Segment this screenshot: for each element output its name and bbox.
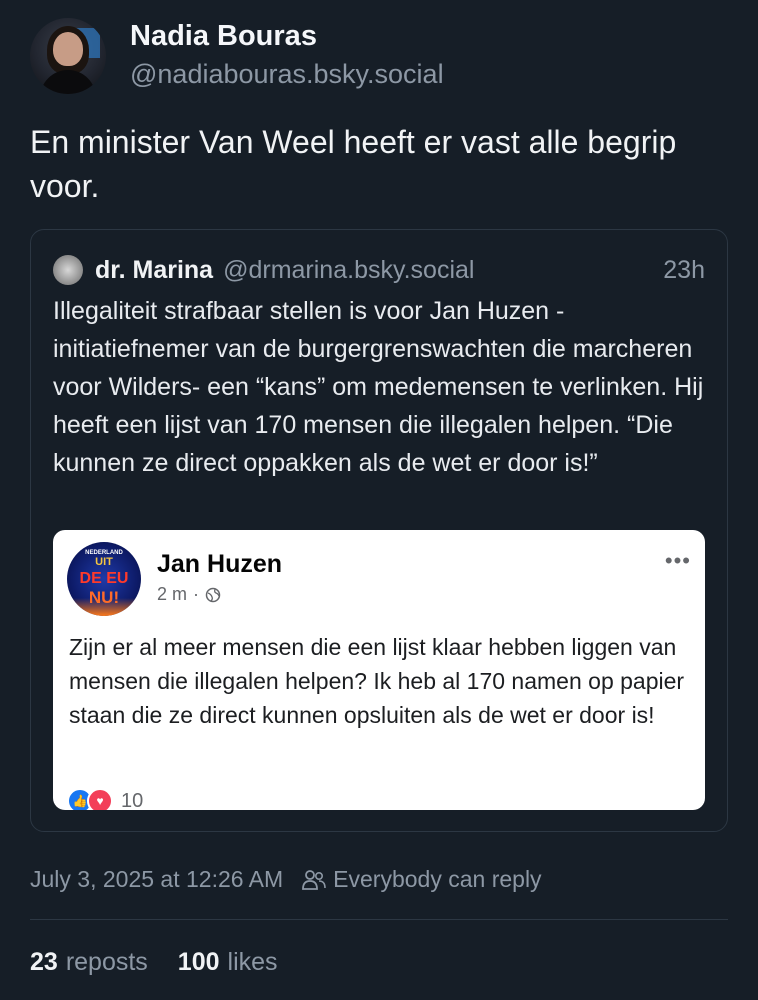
- post-stats: 23 reposts 100 likes: [30, 948, 308, 977]
- quoted-post-header: dr. Marina @drmarina.bsky.social 23h: [53, 254, 705, 286]
- author-info: Nadia Bouras @nadiabouras.bsky.social: [130, 17, 444, 93]
- author-display-name[interactable]: Nadia Bouras: [130, 17, 444, 55]
- reply-setting[interactable]: Everybody can reply: [333, 866, 541, 893]
- likes-count: 100: [177, 948, 220, 976]
- facebook-post-time: 2 m: [157, 584, 188, 604]
- reposts-count: 23: [30, 948, 58, 976]
- avatar-face: [53, 32, 83, 66]
- avatar-fire-graphic: [67, 598, 141, 616]
- embedded-facebook-screenshot[interactable]: NEDERLAND UIT DE EU NU! Jan Huzen 2 m · …: [53, 530, 705, 810]
- quoted-post[interactable]: dr. Marina @drmarina.bsky.social 23h Ill…: [30, 229, 728, 832]
- quoted-post-text: Illegaliteit strafbaar stellen is voor J…: [53, 297, 704, 477]
- love-reaction-icon: ♥: [87, 788, 113, 810]
- facebook-poster-name: Jan Huzen: [157, 550, 283, 578]
- likes-stat[interactable]: 100 likes: [178, 948, 278, 977]
- quoted-author-avatar[interactable]: [53, 255, 83, 285]
- reposts-stat[interactable]: 23 reposts: [30, 948, 148, 977]
- facebook-reactions: 👍 ♥ 10: [67, 788, 143, 810]
- quoted-author-handle[interactable]: @drmarina.bsky.social: [223, 254, 663, 286]
- post-text: En minister Van Weel heeft er vast alle …: [30, 124, 677, 204]
- post-timestamp-row: July 3, 2025 at 12:26 AM Everybody can r…: [30, 866, 542, 893]
- more-options-icon: •••: [664, 548, 691, 573]
- quoted-post-time: 23h: [663, 256, 705, 284]
- author-handle[interactable]: @nadiabouras.bsky.social: [130, 55, 444, 93]
- facebook-page-avatar: NEDERLAND UIT DE EU NU!: [67, 542, 141, 616]
- likes-label: likes: [227, 948, 278, 976]
- post-timestamp: July 3, 2025 at 12:26 AM: [30, 866, 284, 892]
- divider: [30, 919, 728, 920]
- avatar-logo-text: UIT: [95, 556, 113, 568]
- post-author[interactable]: Nadia Bouras @nadiabouras.bsky.social: [30, 18, 444, 94]
- author-avatar[interactable]: [30, 18, 106, 94]
- globe-icon: [205, 587, 221, 602]
- avatar-logo-text: DE EU: [79, 570, 129, 587]
- meta-separator: ·: [193, 584, 200, 604]
- quoted-author-name[interactable]: dr. Marina: [95, 254, 213, 286]
- avatar-body: [40, 70, 96, 94]
- people-icon: [302, 869, 326, 890]
- facebook-post-meta: 2 m ·: [157, 584, 221, 605]
- facebook-post-text: Zijn er al meer mensen die een lijst kla…: [69, 634, 685, 728]
- reaction-count: 10: [121, 789, 144, 811]
- reposts-label: reposts: [65, 948, 148, 976]
